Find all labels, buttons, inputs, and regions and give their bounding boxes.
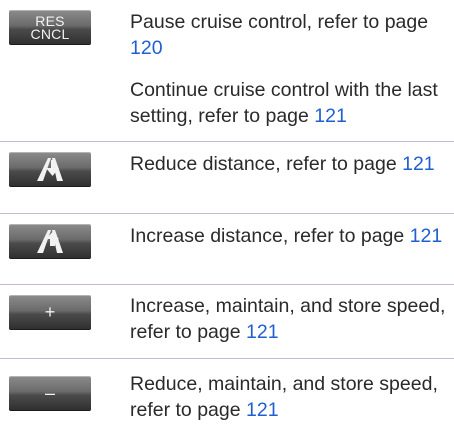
increase-distance-button[interactable]: [9, 224, 91, 259]
page-link[interactable]: 121: [246, 399, 279, 421]
plus-icon: +: [44, 302, 56, 322]
res-cncl-button[interactable]: RES CNCL: [9, 10, 91, 45]
res-cncl-button-line2: CNCL: [30, 26, 70, 42]
table-row-increase-speed: + Increase, maintain, and store speed, r…: [0, 285, 454, 350]
description-text: Reduce, maintain, and store speed, refer…: [130, 373, 438, 421]
description-pause: Pause cruise control, refer to page 120: [130, 9, 448, 61]
page-link[interactable]: 121: [246, 321, 279, 343]
description-text: Pause cruise control, refer to page: [130, 11, 429, 33]
reduce-distance-icon: [37, 158, 63, 181]
table-row-res-cncl: RES CNCL Pause cruise control, refer to …: [0, 0, 454, 133]
description-text: Increase distance, refer to page: [130, 225, 410, 247]
description-reduce-distance: Reduce distance, refer to page 121: [130, 151, 448, 177]
table-row-reduce-distance: Reduce distance, refer to page 121: [0, 142, 454, 207]
minus-icon: –: [44, 383, 55, 403]
table-row-increase-distance: Increase distance, refer to page 121: [0, 214, 454, 279]
increase-distance-icon: [37, 230, 63, 253]
page-link[interactable]: 121: [402, 153, 435, 175]
description-text: Continue cruise control with the last se…: [130, 79, 438, 127]
reduce-distance-button[interactable]: [9, 152, 91, 187]
description-reduce-speed: Reduce, maintain, and store speed, refer…: [130, 371, 448, 423]
description-text: Increase, maintain, and store speed, ref…: [130, 295, 446, 343]
page-link[interactable]: 121: [314, 105, 347, 127]
description-text: Reduce distance, refer to page: [130, 153, 403, 175]
description-increase-distance: Increase distance, refer to page 121: [130, 223, 448, 249]
table-row-reduce-speed: – Reduce, maintain, and store speed, ref…: [0, 359, 454, 432]
plus-button[interactable]: +: [9, 295, 91, 330]
page-link[interactable]: 121: [410, 225, 443, 247]
minus-button[interactable]: –: [9, 376, 91, 411]
description-continue: Continue cruise control with the last se…: [130, 77, 448, 129]
description-increase-speed: Increase, maintain, and store speed, ref…: [130, 293, 448, 345]
page-link[interactable]: 120: [130, 37, 163, 59]
